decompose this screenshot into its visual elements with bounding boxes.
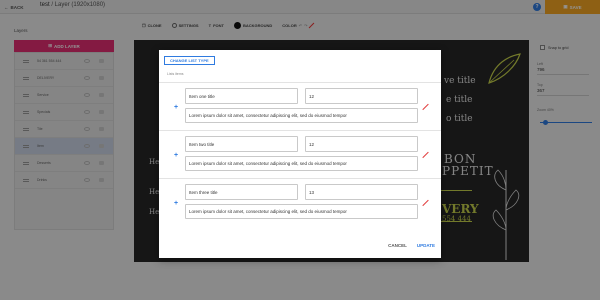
list-items-dialog: CHANGE LIST TYPE Lists items + Item one … [159, 50, 441, 258]
item-title-input[interactable]: Item three title [185, 184, 298, 200]
item-description-input[interactable]: Lorem ipsum dolor sit amet, consectetur … [185, 108, 418, 123]
add-item-icon[interactable]: + [173, 200, 179, 207]
add-item-icon[interactable]: + [173, 152, 179, 159]
item-value-input[interactable]: 13 [305, 184, 418, 200]
delete-item-icon[interactable] [422, 104, 428, 110]
update-button[interactable]: UPDATE [417, 243, 435, 248]
divider [159, 178, 441, 179]
divider [159, 82, 441, 83]
item-value-input[interactable]: 12 [305, 136, 418, 152]
item-title-input[interactable]: Item two title [185, 136, 298, 152]
cancel-button[interactable]: CANCEL [388, 243, 407, 248]
delete-item-icon[interactable] [422, 152, 428, 158]
item-title-input[interactable]: Item one title [185, 88, 298, 104]
divider [159, 130, 441, 131]
dialog-actions: CANCEL UPDATE [388, 243, 435, 248]
add-item-icon[interactable]: + [173, 104, 179, 111]
list-items-label: Lists items [167, 72, 184, 76]
item-description-input[interactable]: Lorem ipsum dolor sit amet, consectetur … [185, 204, 418, 219]
item-value-input[interactable]: 12 [305, 88, 418, 104]
delete-item-icon[interactable] [422, 200, 428, 206]
item-description-input[interactable]: Lorem ipsum dolor sit amet, consectetur … [185, 156, 418, 171]
change-list-type-button[interactable]: CHANGE LIST TYPE [164, 56, 215, 65]
